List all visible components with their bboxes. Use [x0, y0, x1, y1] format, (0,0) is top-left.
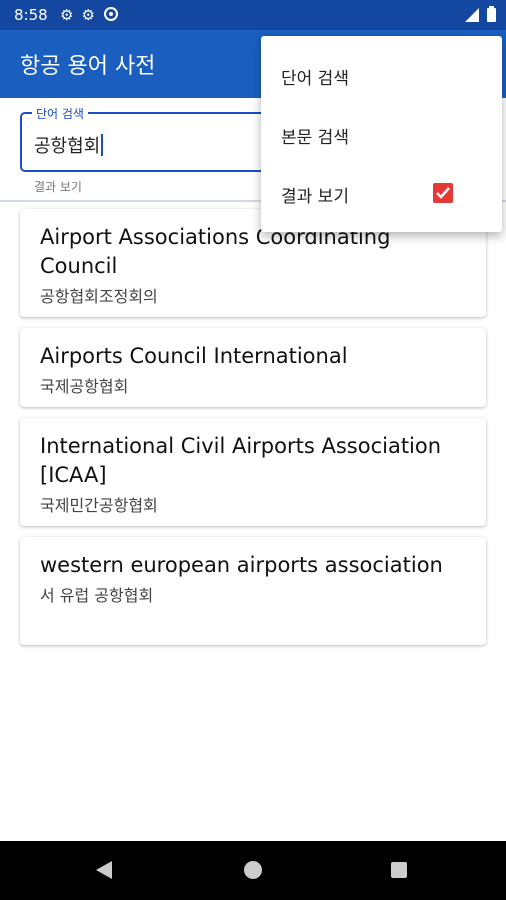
term-translation: 서 유럽 공항협회 — [40, 586, 154, 605]
overflow-menu: 단어 검색 본문 검색 결과 보기 — [261, 36, 502, 232]
search-label: 단어 검색 — [32, 105, 88, 122]
show-results-checkbox[interactable] — [433, 183, 453, 203]
page-title: 항공 용어 사전 — [20, 54, 156, 79]
list-item[interactable]: Airports Council International 국제공항협회 — [20, 328, 486, 407]
battery-icon — [487, 6, 496, 26]
term-title: Airports Council International — [40, 344, 348, 368]
list-item[interactable]: International Civil Airports Association… — [20, 418, 486, 526]
term-title: western european airports association — [40, 553, 443, 577]
status-time: 8:58 — [14, 6, 48, 24]
check-icon — [436, 187, 450, 199]
status-bar: 8:58 ⚙ ⚙ — [0, 0, 506, 30]
term-translation: 국제공항협회 — [40, 377, 129, 396]
menu-item-show-results[interactable]: 결과 보기 — [281, 182, 349, 207]
menu-item-word-search[interactable]: 단어 검색 — [281, 64, 349, 89]
term-translation: 공항협회조정회의 — [40, 287, 158, 306]
sync-icon — [103, 6, 119, 26]
text-caret — [101, 134, 104, 156]
term-translation: 국제민간공항협회 — [40, 496, 158, 515]
term-title: International Civil Airports Association… — [40, 434, 442, 487]
back-icon[interactable] — [96, 861, 112, 879]
settings-icon: ⚙ — [60, 6, 74, 24]
helper-text: 결과 보기 — [34, 180, 82, 194]
search-value: 공항협회 — [34, 132, 104, 158]
navigation-bar — [0, 841, 506, 900]
recents-icon[interactable] — [391, 862, 407, 878]
home-icon[interactable] — [244, 861, 262, 879]
list-item[interactable]: western european airports association 서 … — [20, 537, 486, 645]
settings-icon: ⚙ — [81, 6, 95, 24]
menu-item-body-search[interactable]: 본문 검색 — [281, 123, 349, 148]
signal-icon — [465, 7, 479, 26]
